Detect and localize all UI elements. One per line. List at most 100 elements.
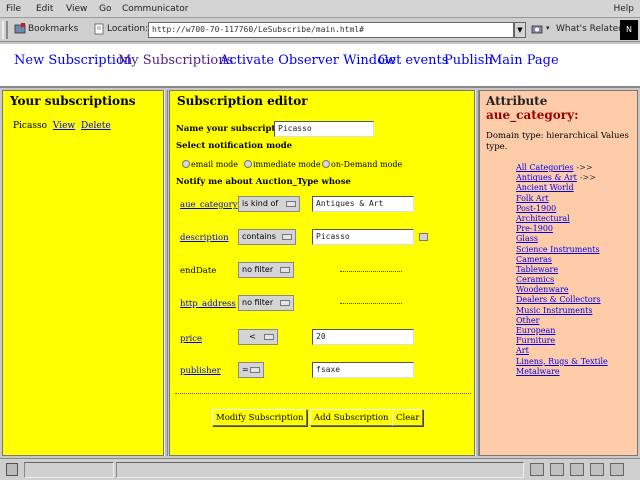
category-link[interactable]: Woodenware [516, 285, 569, 294]
category-link[interactable]: Antiques & Art [516, 173, 577, 182]
operator-value: no filter [242, 298, 274, 307]
attr-link-price[interactable]: price [180, 334, 202, 344]
category-item: Folk Art [516, 194, 608, 204]
radio-immediate-mode[interactable]: immediate mode [244, 160, 321, 169]
attr-link-publisher[interactable]: publisher [180, 366, 221, 376]
category-item: Other [516, 316, 608, 326]
menu-go[interactable]: Go [99, 4, 111, 14]
menu-communicator[interactable]: Communicator [122, 4, 188, 14]
whats-related-icon[interactable] [531, 23, 543, 35]
category-link[interactable]: Science Instruments [516, 245, 600, 254]
operator-value: = [242, 365, 249, 374]
category-link[interactable]: Ancient World [516, 183, 574, 192]
menu-view[interactable]: View [66, 4, 87, 14]
subscription-editor-panel: Subscription editor Name your subscripti… [169, 90, 475, 456]
radio-email-mode[interactable]: email mode [182, 160, 238, 169]
category-link[interactable]: Post-1900 [516, 204, 556, 213]
category-expand-arrow[interactable]: ->> [576, 163, 592, 172]
category-link[interactable]: Glass [516, 234, 538, 243]
category-link[interactable]: Furniture [516, 336, 555, 345]
whats-related-button[interactable]: What's Related [556, 24, 624, 34]
category-link[interactable]: Art [516, 346, 529, 355]
top-navigation: New Subscription My Subscriptions Activa… [0, 44, 640, 88]
operator-select-http-address[interactable]: no filter [238, 295, 294, 311]
operator-value: < [249, 332, 256, 341]
category-item: Music Instruments [516, 306, 608, 316]
modify-subscription-button[interactable]: Modify Subscription [212, 409, 308, 426]
radio-icon [322, 160, 330, 168]
editor-title: Subscription editor [177, 94, 308, 108]
operator-select-description[interactable]: contains [238, 229, 296, 245]
radio-on-demand-label: on-Demand mode [331, 160, 403, 169]
attr-link-description[interactable]: description [180, 233, 229, 243]
security-lock-icon[interactable] [6, 463, 18, 476]
category-link[interactable]: Tableware [516, 265, 558, 274]
select-arrow-icon [280, 267, 290, 273]
composer-icon[interactable] [610, 463, 624, 476]
delete-subscription-link[interactable]: Delete [81, 121, 111, 131]
value-input-price[interactable]: 20 [312, 329, 414, 345]
netscape-logo[interactable]: N [620, 20, 638, 40]
nav-my-subscriptions[interactable]: My Subscriptions [118, 53, 233, 68]
value-input-description[interactable]: Picasso [312, 229, 414, 245]
radio-icon [244, 160, 252, 168]
url-dropdown-button[interactable]: ▼ [514, 22, 526, 38]
nav-publish[interactable]: Publish [444, 53, 493, 68]
radio-on-demand-mode[interactable]: on-Demand mode [322, 160, 402, 169]
category-link[interactable]: Architectural [516, 214, 570, 223]
nav-activate-observer[interactable]: Activate Observer Window [220, 53, 396, 68]
bookmarks-icon[interactable] [14, 23, 26, 35]
status-text-field [116, 462, 524, 478]
category-expand-arrow[interactable]: ->> [580, 173, 596, 182]
menu-edit[interactable]: Edit [36, 4, 53, 14]
select-arrow-icon [250, 367, 260, 373]
address-book-icon[interactable] [590, 463, 604, 476]
operator-select-price[interactable]: < [238, 329, 278, 345]
category-item: Glass [516, 234, 608, 244]
category-list: All Categories ->> Antiques & Art ->> Ancien… [516, 163, 608, 377]
url-input[interactable]: http://w700-70-117760/LeSubscribe/main.h… [148, 22, 514, 38]
subscription-name-input[interactable]: Picasso [274, 121, 374, 137]
radio-immediate-label: immediate mode [253, 160, 321, 169]
nav-main-page[interactable]: Main Page [489, 53, 559, 68]
subscriptions-panel: Your subscriptions Picasso View Delete [2, 90, 164, 456]
operator-select-publisher[interactable]: = [238, 362, 264, 378]
status-bar [0, 458, 640, 480]
operator-select-aue-category[interactable]: is kind of [238, 196, 300, 212]
navigator-icon[interactable] [530, 463, 544, 476]
nav-new-subscription[interactable]: New Subscription [14, 53, 132, 68]
category-link[interactable]: Music Instruments [516, 306, 592, 315]
mail-icon[interactable] [550, 463, 564, 476]
nav-get-events[interactable]: Get events [378, 53, 448, 68]
operator-select-enddate[interactable]: no filter [238, 262, 294, 278]
clear-button[interactable]: Clear [392, 409, 424, 426]
bookmarks-button[interactable]: Bookmarks [28, 24, 78, 34]
category-item: Linens, Rugs & Textile [516, 357, 608, 367]
value-input-publisher[interactable]: fsaxe [312, 362, 414, 378]
value-input-aue-category[interactable]: Antiques & Art [312, 196, 414, 212]
menu-help[interactable]: Help [613, 4, 634, 14]
select-arrow-icon [280, 300, 290, 306]
description-option-box[interactable] [419, 233, 428, 241]
location-page-icon[interactable] [93, 23, 105, 35]
category-link[interactable]: European [516, 326, 555, 335]
category-link[interactable]: Folk Art [516, 194, 549, 203]
frame-divider-left[interactable] [164, 90, 168, 456]
category-link[interactable]: Linens, Rugs & Textile [516, 357, 608, 366]
category-link[interactable]: Other [516, 316, 539, 325]
toolbar-grip[interactable] [2, 21, 8, 39]
category-link[interactable]: Ceramics [516, 275, 554, 284]
category-link[interactable]: Cameras [516, 255, 552, 264]
category-link[interactable]: Metalware [516, 367, 560, 376]
attr-link-aue-category[interactable]: aue_category [180, 200, 238, 210]
attribute-name: aue_category: [486, 108, 579, 122]
attr-link-http-address[interactable]: http_address [180, 299, 236, 309]
category-link[interactable]: Dealers & Collectors [516, 295, 601, 304]
view-subscription-link[interactable]: View [53, 121, 75, 131]
category-link[interactable]: Pre-1900 [516, 224, 553, 233]
add-subscription-button[interactable]: Add Subscription [310, 409, 393, 426]
menu-file[interactable]: File [6, 4, 21, 14]
chevron-down-icon[interactable]: ▾ [546, 24, 550, 32]
category-link[interactable]: All Categories [516, 163, 573, 172]
newsgroups-icon[interactable] [570, 463, 584, 476]
